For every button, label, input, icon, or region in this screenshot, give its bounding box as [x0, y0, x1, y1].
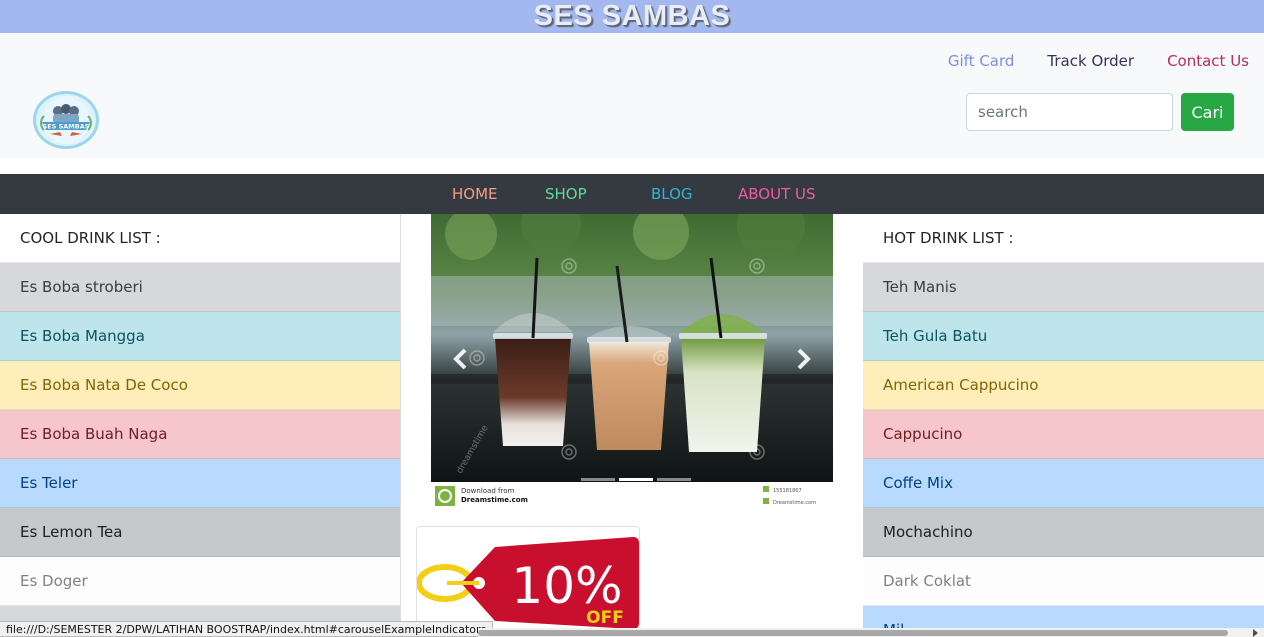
- browser-status-bar: file:///D:/SEMESTER 2/DPW/LATIHAN BOOSTR…: [0, 621, 494, 637]
- scroll-right-arrow-icon[interactable]: [1253, 629, 1258, 637]
- logo-text: SES SAMBAS: [43, 123, 90, 131]
- credit-right: Dreamstime.com: [773, 500, 816, 506]
- credit-line-1: Download from: [461, 487, 514, 495]
- nav-item-about-us[interactable]: ABOUT US: [738, 174, 816, 214]
- site-banner: SES SAMBAS: [0, 0, 1264, 33]
- cool-drink-item[interactable]: Es Lemon Tea: [0, 508, 400, 557]
- credit-id: 155181867: [773, 488, 802, 494]
- cool-drink-list-heading: COOL DRINK LIST :: [0, 214, 400, 263]
- gift-card-link[interactable]: Gift Card: [948, 52, 1015, 70]
- nav-item-home[interactable]: HOME: [452, 174, 498, 214]
- track-order-link[interactable]: Track Order: [1047, 52, 1134, 70]
- hot-drink-item[interactable]: Coffe Mix: [863, 459, 1264, 508]
- page: SES SAMBAS Gift Card Track Order Contact…: [0, 0, 1264, 637]
- cool-drink-item[interactable]: Es Boba Buah Naga: [0, 410, 400, 459]
- carousel-prev-button[interactable]: [449, 344, 473, 374]
- cool-drink-item[interactable]: Es Boba stroberi: [0, 263, 400, 312]
- logo-emblem-icon: SES SAMBAS: [40, 96, 92, 144]
- hot-drink-item[interactable]: Dark Coklat: [863, 557, 1264, 606]
- cool-drink-item[interactable]: Es Doger: [0, 557, 400, 606]
- hot-drink-item[interactable]: Cappucino: [863, 410, 1264, 459]
- image-credit-strip: Download from Dreamstime.com 155181867 D…: [431, 482, 833, 511]
- promo-percent: 10%: [511, 557, 622, 615]
- search-button[interactable]: Cari: [1181, 93, 1234, 131]
- nav-item-blog[interactable]: BLOG: [651, 174, 693, 214]
- nav-item-shop[interactable]: SHOP: [545, 174, 587, 214]
- credit-line-2: Dreamstime.com: [461, 496, 528, 504]
- cool-drink-list: COOL DRINK LIST : Es Boba stroberi Es Bo…: [0, 214, 401, 637]
- promo-label: OFF: [586, 608, 624, 628]
- carousel-next-button[interactable]: [791, 344, 815, 374]
- horizontal-scrollbar[interactable]: [478, 628, 1264, 637]
- drink-carousel: dreamstime: [431, 214, 833, 482]
- cool-drink-item[interactable]: Es Boba Mangga: [0, 312, 400, 361]
- hot-drink-list: HOT DRINK LIST : Teh Manis Teh Gula Batu…: [863, 214, 1264, 637]
- contact-us-link[interactable]: Contact Us: [1167, 52, 1249, 70]
- cool-drink-item[interactable]: Es Boba Nata De Coco: [0, 361, 400, 410]
- hot-drink-list-heading: HOT DRINK LIST :: [863, 214, 1264, 263]
- search-input[interactable]: [966, 93, 1173, 131]
- logo[interactable]: SES SAMBAS: [33, 91, 99, 149]
- iced-coffee-photo: dreamstime: [431, 214, 833, 482]
- hot-drink-item[interactable]: Teh Gula Batu: [863, 312, 1264, 361]
- scrollbar-thumb[interactable]: [478, 630, 1228, 636]
- top-links: Gift Card Track Order Contact Us: [948, 52, 1249, 70]
- chevron-right-icon: [797, 348, 811, 370]
- cool-drink-item[interactable]: Es Teler: [0, 459, 400, 508]
- hot-drink-item[interactable]: Teh Manis: [863, 263, 1264, 312]
- site-title: SES SAMBAS: [533, 0, 731, 32]
- credit-footer: Download from Dreamstime.com 155181867 D…: [435, 486, 816, 506]
- hot-drink-item[interactable]: American Cappucino: [863, 361, 1264, 410]
- chevron-left-icon: [453, 348, 467, 370]
- hot-drink-item[interactable]: Mochachino: [863, 508, 1264, 557]
- header: Gift Card Track Order Contact Us SES SAM…: [0, 33, 1264, 158]
- main-navbar: HOME SHOP BLOG ABOUT US: [0, 174, 1264, 214]
